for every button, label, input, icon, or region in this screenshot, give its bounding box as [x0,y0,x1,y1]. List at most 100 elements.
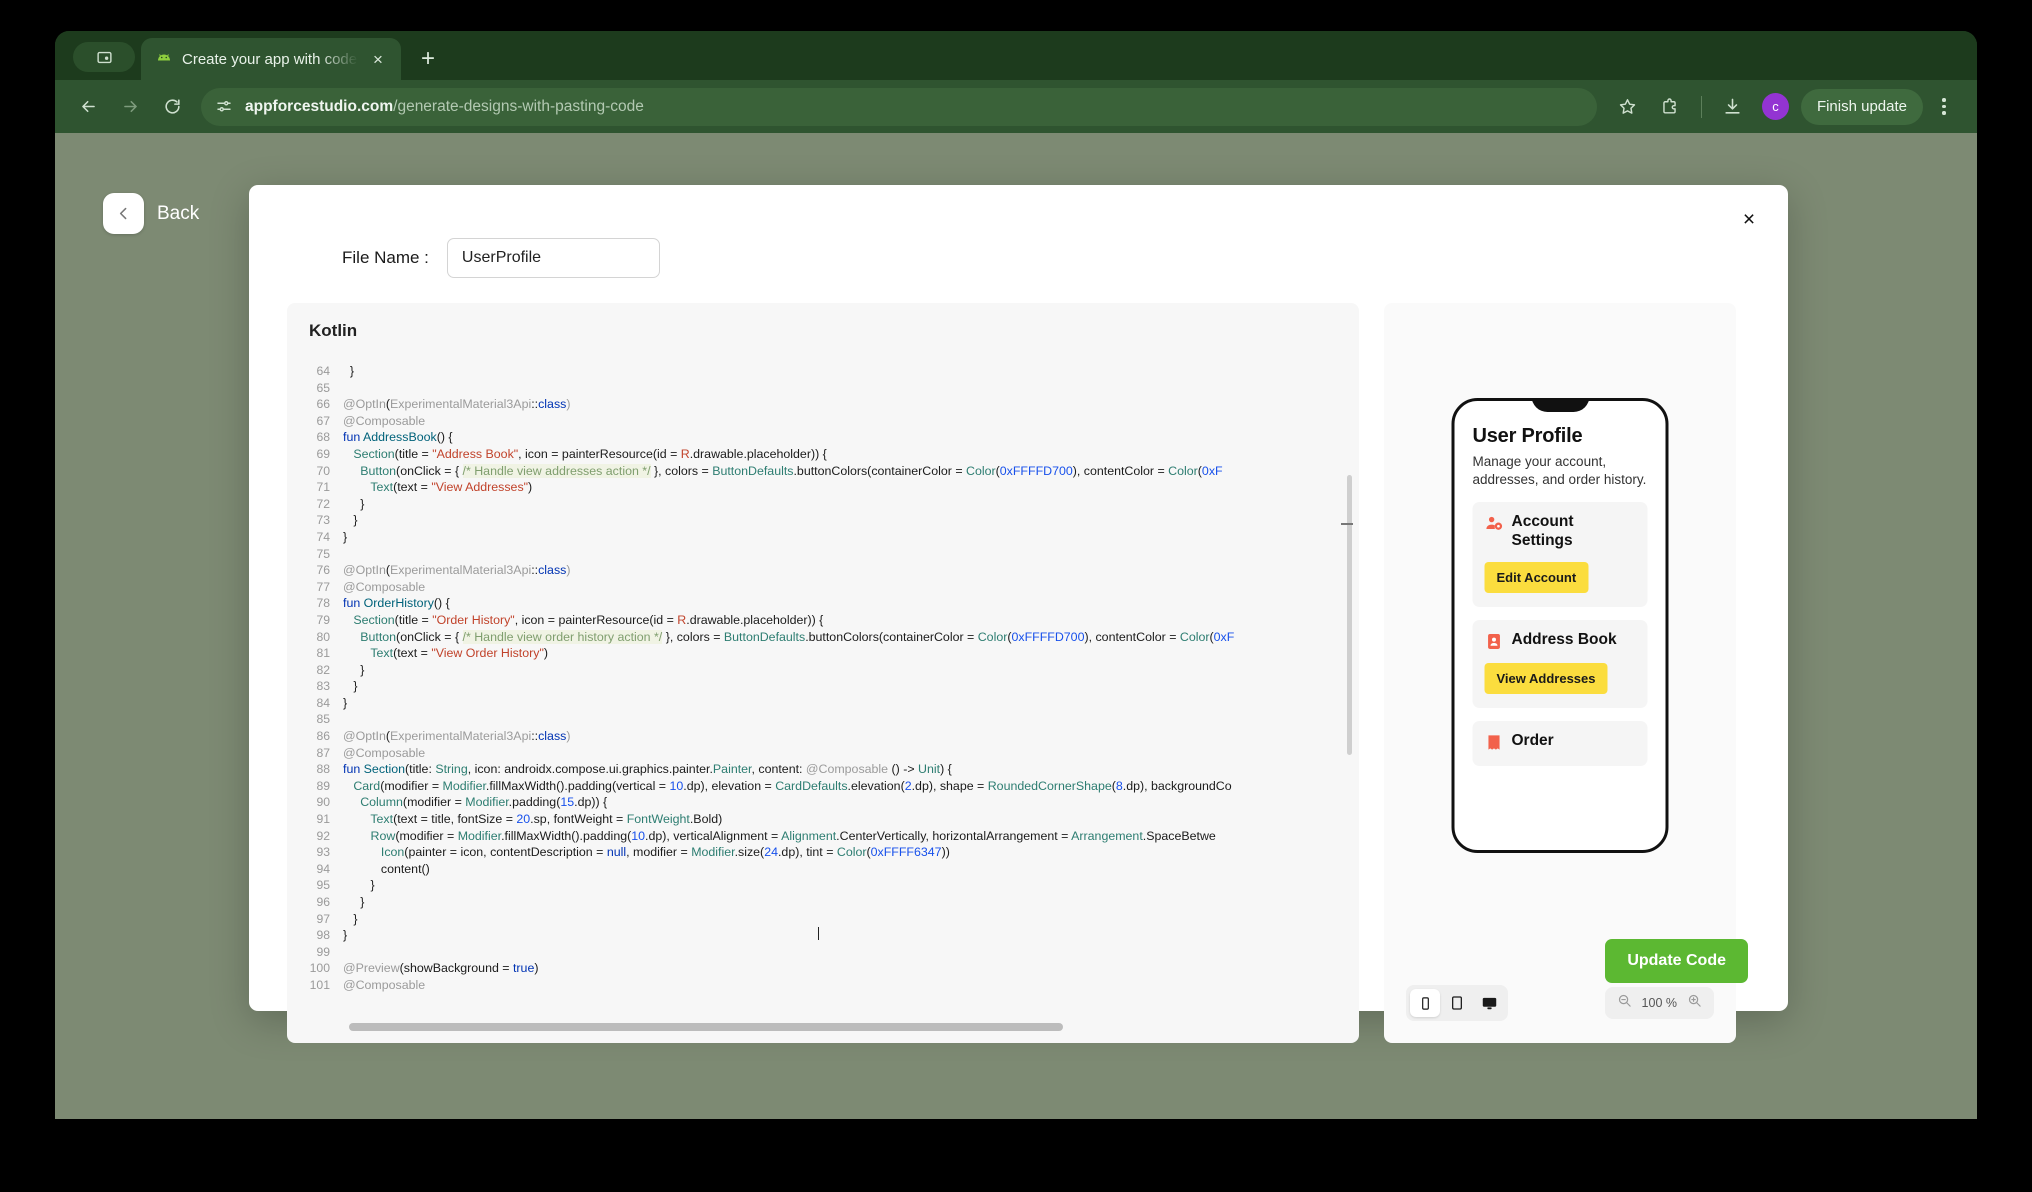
code-editor-modal: × File Name : Kotlin 64 }6566@OptIn(Expe… [249,185,1788,1043]
preview-card-header: Address Book [1485,631,1636,651]
download-icon[interactable] [1714,88,1752,126]
user-settings-icon [1485,514,1504,533]
avatar[interactable]: c [1761,93,1789,120]
code-line-number: 96 [316,895,330,909]
code-line-text: } [343,679,358,694]
browser-tab[interactable]: Create your app with code | A × [141,38,401,80]
code-line-text: @Composable [343,413,426,428]
code-line: 88 fun Section(title: String, icon: andro… [291,761,1355,778]
preview-card-header: Account Settings [1485,513,1636,550]
code-line-text: } [343,513,358,528]
preview-card-header: Order [1485,732,1636,752]
code-line-number: 81 [316,646,330,661]
code-line-text: Text(text = "View Addresses") [370,480,533,495]
code-line-number: 74 [316,529,330,544]
code-line-text: Button(onClick = { /* Handle view order … [360,629,1235,644]
code-line: 74} [291,529,1355,546]
code-line-number: 91 [316,812,330,827]
code-line-number: 86 [316,729,330,744]
code-line-text: } [343,695,348,710]
zoom-control-group: 100 % [1604,987,1714,1019]
code-line-text: } [343,878,375,893]
url-host: appforcestudio.com [245,97,394,115]
code-line: 100 @Preview(showBackground = true) [291,960,1355,977]
preview-card-title: Address Book [1511,631,1617,648]
code-line-text: @Composable [343,977,426,992]
code-line-text: } [343,928,348,943]
url-text: appforcestudio.com/generate-designs-with… [245,98,644,116]
finish-update-button[interactable]: Finish update [1800,88,1923,125]
new-tab-button[interactable]: + [411,42,445,76]
close-icon[interactable]: × [1732,202,1766,236]
zoom-in-icon[interactable] [1687,993,1702,1013]
arrow-forward-icon[interactable] [111,88,149,126]
code-line: 93 Icon(painter = icon, contentDescripti… [291,844,1355,861]
tablet-view-button[interactable] [1442,989,1472,1017]
code-editor[interactable]: 64 } 65 66 @OptIn(ExperimentalMaterial3Api:… [291,355,1355,1035]
code-horizontal-scrollbar[interactable] [349,1023,1063,1031]
code-line-number: 71 [316,480,330,495]
file-name-input[interactable] [446,238,660,278]
android-logo-icon [155,50,173,68]
text-caret [818,927,819,940]
desktop-view-button[interactable] [1474,989,1504,1017]
code-line: 77 @Composable [291,579,1355,596]
code-line-text: Icon(painter = icon, contentDescription … [380,845,950,860]
code-line: 72 } [291,496,1355,513]
code-line-text: fun Section(title: String, icon: android… [343,762,952,777]
code-line-number: 66 [316,397,330,412]
preview-title: User Profile [1472,425,1583,447]
site-settings-icon[interactable] [215,98,233,116]
code-line: 66 @OptIn(ExperimentalMaterial3Api::class… [291,396,1355,413]
address-bar[interactable]: appforcestudio.com/generate-designs-with… [201,87,1597,126]
code-line-text: fun AddressBook() { [343,430,453,445]
preview-card-title: Order [1511,732,1554,749]
mobile-view-button[interactable] [1410,989,1440,1017]
code-line: 101 @Composable [291,977,1355,994]
update-code-button[interactable]: Update Code [1605,939,1748,983]
file-name-label: File Name : [342,248,429,267]
back-control[interactable]: Back [103,193,199,234]
code-line-text: @Preview(showBackground = true) [343,961,539,976]
code-line-number: 95 [316,878,330,893]
code-line-text: Row(modifier = Modifier.fillMaxWidth().p… [370,828,1216,843]
code-vertical-scrollbar[interactable] [1347,475,1352,755]
code-line: 96 } [291,894,1355,911]
zoom-out-icon[interactable] [1617,993,1632,1013]
code-line-number: 87 [316,745,330,760]
extensions-puzzle-icon[interactable] [1651,88,1689,126]
tab-search-icon[interactable] [73,42,135,72]
code-line: 83 } [291,678,1355,695]
code-line-number: 88 [316,762,330,777]
code-line: 81 Text(text = "View Order History") [291,645,1355,662]
kebab-menu-icon[interactable] [1927,90,1961,124]
reload-icon[interactable] [153,88,191,126]
order-history-icon [1485,733,1504,752]
code-scroll-container[interactable]: 64 } 65 66 @OptIn(ExperimentalMaterial3Api:… [291,355,1355,1035]
code-line-number: 90 [316,795,330,810]
code-line-number: 89 [316,778,330,793]
preview-subtitle: Manage your account, addresses, and orde… [1472,454,1647,488]
device-toggle-group [1406,985,1508,1021]
tab-strip: Create your app with code | A × + [55,31,1977,80]
code-line-text: Button(onClick = { /* Handle view addres… [360,463,1223,478]
chevron-left-icon[interactable] [103,193,144,234]
phone-screen: User Profile Manage your account, addres… [1455,401,1666,766]
arrow-back-icon[interactable] [69,88,107,126]
code-line-number: 73 [316,513,330,528]
edit-account-button[interactable]: Edit Account [1484,562,1589,593]
code-line: 86 @OptIn(ExperimentalMaterial3Api::class… [291,728,1355,745]
code-line: 92 Row(modifier = Modifier.fillMaxWidth(… [291,828,1355,845]
toolbar-divider [1700,95,1702,118]
view-addresses-button[interactable]: View Addresses [1484,663,1608,694]
code-line: 97 } [291,911,1355,928]
code-panel: Kotlin 64 } 65 66 @OptIn(ExperimentalMateri… [287,303,1359,1043]
code-line-number: 75 [316,546,330,561]
browser-toolbar: appforcestudio.com/generate-designs-with… [55,80,1977,133]
browser-window: Create your app with code | A × + appfor… [55,31,1977,1119]
star-icon[interactable] [1609,88,1647,126]
tab-close-icon[interactable]: × [367,48,389,70]
code-line-number: 68 [316,430,330,445]
preview-card-title: Account Settings [1511,513,1574,549]
code-line-text: Text(text = "View Order History") [370,646,548,661]
